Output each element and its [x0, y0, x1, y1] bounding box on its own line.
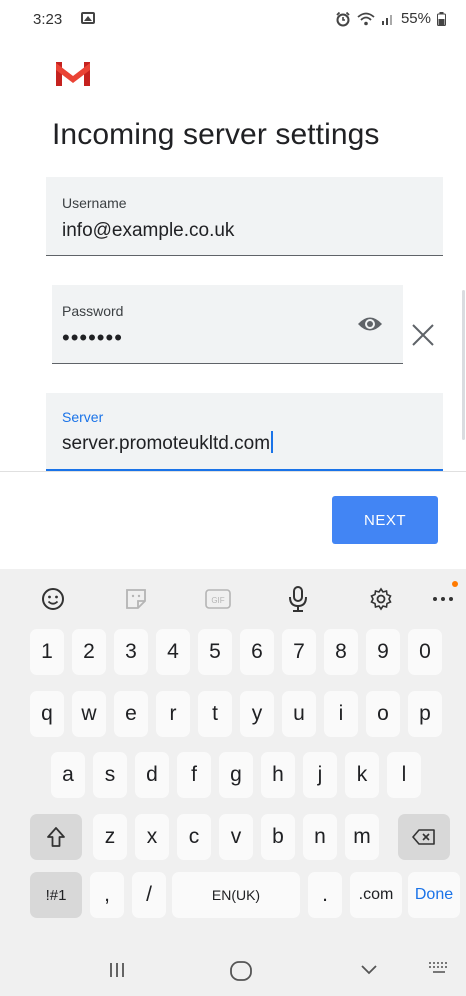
username-label: Username — [62, 195, 127, 211]
dotcom-key[interactable]: .com — [350, 872, 402, 918]
keyboard-toolbar: GIF — [0, 569, 466, 627]
key-4[interactable]: 4 — [156, 629, 190, 675]
key-3[interactable]: 3 — [114, 629, 148, 675]
password-value[interactable]: ••••••• — [62, 325, 123, 351]
password-label: Password — [62, 303, 124, 319]
key-n[interactable]: n — [303, 814, 337, 860]
back-icon[interactable] — [360, 961, 378, 979]
key-6[interactable]: 6 — [240, 629, 274, 675]
status-bar: 3:23 55% — [0, 0, 466, 36]
keyboard: GIF 1 2 3 4 5 6 7 8 9 0 q w e r t y u i … — [0, 569, 466, 949]
key-p[interactable]: p — [408, 691, 442, 737]
next-button[interactable]: NEXT — [332, 496, 438, 544]
backspace-icon — [412, 829, 435, 845]
symbols-key[interactable]: !#1 — [30, 872, 82, 918]
keyboard-icon[interactable] — [428, 961, 450, 975]
alarm-icon — [336, 11, 350, 26]
slash-key[interactable]: / — [132, 872, 166, 918]
key-r[interactable]: r — [156, 691, 190, 737]
key-2[interactable]: 2 — [72, 629, 106, 675]
key-w[interactable]: w — [72, 691, 106, 737]
key-8[interactable]: 8 — [324, 629, 358, 675]
text-caret — [271, 431, 274, 453]
home-icon[interactable] — [230, 961, 252, 981]
battery-icon — [437, 11, 446, 26]
navigation-bar — [0, 949, 466, 996]
key-x[interactable]: x — [135, 814, 169, 860]
backspace-key[interactable] — [398, 814, 450, 860]
recents-icon[interactable] — [108, 961, 126, 979]
key-f[interactable]: f — [177, 752, 211, 798]
key-t[interactable]: t — [198, 691, 232, 737]
shift-arrow-icon — [47, 827, 65, 847]
server-value[interactable]: server.promoteukltd.com — [62, 431, 274, 455]
clear-password-close-icon[interactable] — [410, 322, 436, 348]
divider — [0, 471, 466, 472]
signal-icon — [381, 14, 392, 25]
gif-label: GIF — [211, 596, 224, 605]
key-1[interactable]: 1 — [30, 629, 64, 675]
key-i[interactable]: i — [324, 691, 358, 737]
key-z[interactable]: z — [93, 814, 127, 860]
gmail-logo-icon — [56, 62, 90, 86]
key-g[interactable]: g — [219, 752, 253, 798]
key-l[interactable]: l — [387, 752, 421, 798]
status-time: 3:23 — [33, 11, 63, 28]
server-value-text: server.promoteukltd.com — [62, 433, 271, 454]
wifi-icon — [357, 12, 375, 25]
key-c[interactable]: c — [177, 814, 211, 860]
server-label: Server — [62, 409, 104, 425]
space-key[interactable]: EN(UK) — [172, 872, 300, 918]
shift-key[interactable] — [30, 814, 82, 860]
microphone-icon[interactable] — [285, 586, 311, 612]
key-d[interactable]: d — [135, 752, 169, 798]
key-y[interactable]: y — [240, 691, 274, 737]
emoji-icon[interactable] — [40, 586, 66, 612]
done-key[interactable]: Done — [408, 872, 460, 918]
more-icon[interactable] — [430, 586, 456, 612]
key-s[interactable]: s — [93, 752, 127, 798]
sticker-icon[interactable] — [123, 586, 149, 612]
username-field[interactable]: Username info@example.co.uk — [46, 177, 443, 256]
key-j[interactable]: j — [303, 752, 337, 798]
key-u[interactable]: u — [282, 691, 316, 737]
settings-icon[interactable] — [368, 586, 394, 612]
key-5[interactable]: 5 — [198, 629, 232, 675]
username-value[interactable]: info@example.co.uk — [62, 220, 234, 242]
server-field[interactable]: Server server.promoteukltd.com — [46, 393, 443, 471]
key-q[interactable]: q — [30, 691, 64, 737]
key-h[interactable]: h — [261, 752, 295, 798]
key-a[interactable]: a — [51, 752, 85, 798]
key-v[interactable]: v — [219, 814, 253, 860]
key-k[interactable]: k — [345, 752, 379, 798]
password-field[interactable]: Password ••••••• — [52, 285, 403, 364]
notification-dot — [452, 581, 458, 587]
key-m[interactable]: m — [345, 814, 379, 860]
scroll-indicator — [462, 290, 465, 440]
comma-key[interactable]: , — [90, 872, 124, 918]
key-9[interactable]: 9 — [366, 629, 400, 675]
page-title: Incoming server settings — [52, 118, 380, 151]
key-e[interactable]: e — [114, 691, 148, 737]
gallery-notification-icon — [81, 12, 95, 24]
show-password-eye-icon[interactable] — [357, 315, 383, 333]
gif-icon[interactable]: GIF — [205, 586, 231, 612]
key-7[interactable]: 7 — [282, 629, 316, 675]
period-key[interactable]: . — [308, 872, 342, 918]
key-b[interactable]: b — [261, 814, 295, 860]
key-0[interactable]: 0 — [408, 629, 442, 675]
status-indicators: 55% — [335, 10, 446, 27]
key-o[interactable]: o — [366, 691, 400, 737]
battery-percent: 55% — [400, 10, 431, 27]
